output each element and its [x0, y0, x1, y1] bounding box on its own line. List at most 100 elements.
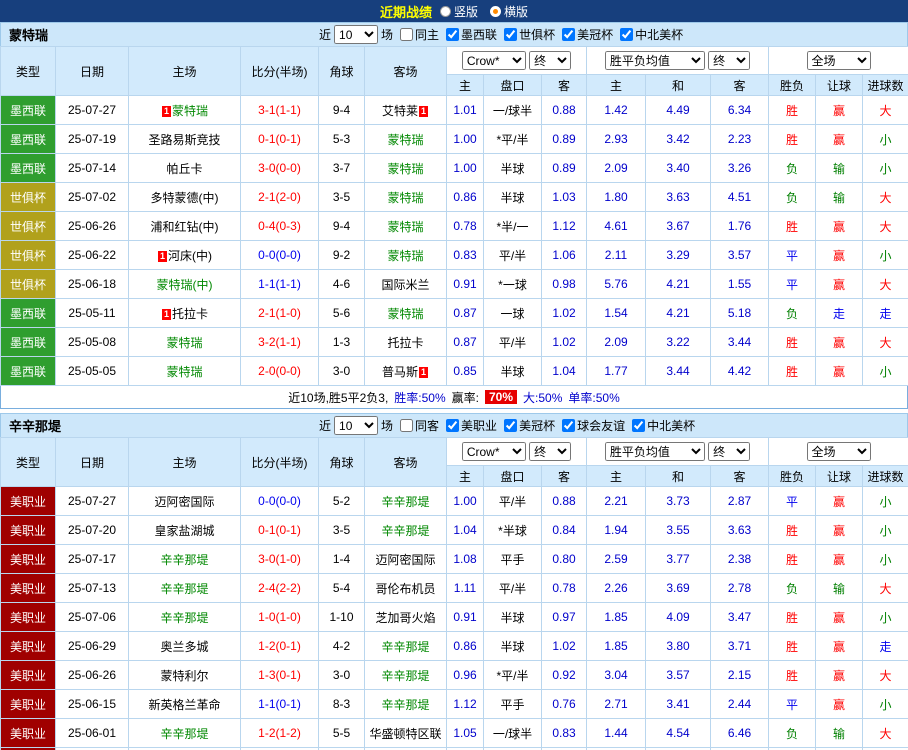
away-team-cell[interactable]: 普马斯1 [365, 357, 447, 386]
away-team-cell[interactable]: 蒙特瑞 [365, 212, 447, 241]
euro-avg-select[interactable]: 胜平负均值 [605, 442, 705, 461]
checkbox-input[interactable] [400, 419, 413, 432]
away-team-cell[interactable]: 蒙特瑞 [365, 183, 447, 212]
checkbox-input[interactable] [562, 419, 575, 432]
match-date: 25-06-18 [56, 270, 129, 299]
home-team-cell[interactable]: 帕丘卡 [129, 154, 241, 183]
checkbox-label: 中北美杯 [647, 417, 695, 434]
summary-text: 近10场,胜5平2负3, [288, 389, 388, 406]
euro-draw-odds: 3.67 [646, 212, 711, 241]
filter-checkbox[interactable]: 美冠杯 [504, 417, 555, 434]
euro-final-select[interactable]: 终 [708, 442, 750, 461]
filter-checkbox[interactable]: 球会友谊 [562, 417, 625, 434]
home-team-cell[interactable]: 蒙特瑞(中) [129, 270, 241, 299]
home-team-cell[interactable]: 皇家盐湖城 [129, 516, 241, 545]
away-team-cell[interactable]: 华盛顿特区联 [365, 719, 447, 748]
away-team-cell[interactable]: 蒙特瑞 [365, 154, 447, 183]
asia-final-select[interactable]: 终 [529, 442, 571, 461]
checkbox-input[interactable] [562, 28, 575, 41]
away-team-cell[interactable]: 蒙特瑞 [365, 241, 447, 270]
home-team-cell[interactable]: 迈阿密国际 [129, 487, 241, 516]
team-name-text: 辛辛那堤 [381, 495, 429, 509]
away-team-cell[interactable]: 蒙特瑞 [365, 125, 447, 154]
match-count-select[interactable]: 10 [334, 25, 378, 44]
away-team-cell[interactable]: 辛辛那堤 [365, 690, 447, 719]
home-team-cell[interactable]: 1蒙特瑞 [129, 96, 241, 125]
euro-final-select[interactable]: 终 [708, 51, 750, 70]
home-team-cell[interactable]: 奥兰多城 [129, 632, 241, 661]
euro-draw-odds: 3.69 [646, 574, 711, 603]
checkbox-input[interactable] [400, 28, 413, 41]
home-team-cell[interactable]: 新英格兰革命 [129, 690, 241, 719]
checkbox-input[interactable] [504, 419, 517, 432]
filter-checkbox[interactable]: 中北美杯 [620, 26, 683, 43]
away-team-cell[interactable]: 国际米兰 [365, 270, 447, 299]
checkbox-input[interactable] [632, 419, 645, 432]
checkbox-label: 美冠杯 [519, 417, 555, 434]
away-team-cell[interactable]: 艾特莱1 [365, 96, 447, 125]
filter-checkbox[interactable]: 世俱杯 [504, 26, 555, 43]
filter-checkbox[interactable]: 同客 [400, 417, 439, 434]
result-handicap: 赢 [816, 661, 863, 690]
home-team-cell[interactable]: 蒙特瑞 [129, 357, 241, 386]
match-count-select[interactable]: 10 [334, 416, 378, 435]
euro-away-odds: 2.38 [711, 545, 769, 574]
euro-draw-odds: 3.55 [646, 516, 711, 545]
asia-final-select[interactable]: 终 [529, 51, 571, 70]
euro-draw-odds: 4.21 [646, 299, 711, 328]
away-team-cell[interactable]: 哥伦布机员 [365, 574, 447, 603]
away-team-cell[interactable]: 芝加哥火焰 [365, 603, 447, 632]
team-name-text: 蒙特瑞 [166, 336, 202, 350]
filter-checkbox[interactable]: 美职业 [446, 417, 497, 434]
euro-odds-controls: 胜平负均值 终 [587, 47, 769, 75]
filter-checkbox[interactable]: 同主 [400, 26, 439, 43]
home-team-cell[interactable]: 圣路易斯竞技 [129, 125, 241, 154]
away-team-cell[interactable]: 辛辛那堤 [365, 487, 447, 516]
red-card-badge: 1 [419, 367, 428, 378]
asia-away-odds: 0.83 [542, 719, 587, 748]
checkbox-input[interactable] [446, 28, 459, 41]
checkbox-input[interactable] [446, 419, 459, 432]
home-team-cell[interactable]: 蒙特瑞 [129, 328, 241, 357]
euro-draw-odds: 3.41 [646, 690, 711, 719]
layout-radio-option[interactable]: 横版 [490, 3, 528, 20]
away-team-cell[interactable]: 托拉卡 [365, 328, 447, 357]
home-team-cell[interactable]: 辛辛那堤 [129, 574, 241, 603]
home-team-cell[interactable]: 1托拉卡 [129, 299, 241, 328]
team-name-text: 华盛顿特区联 [369, 727, 441, 741]
match-date: 25-06-22 [56, 241, 129, 270]
checkbox-input[interactable] [504, 28, 517, 41]
away-team-cell[interactable]: 辛辛那堤 [365, 516, 447, 545]
home-team-cell[interactable]: 1河床(中) [129, 241, 241, 270]
euro-away-odds: 2.78 [711, 574, 769, 603]
home-team-cell[interactable]: 多特蒙德(中) [129, 183, 241, 212]
away-team-cell[interactable]: 辛辛那堤 [365, 632, 447, 661]
away-team-cell[interactable]: 蒙特瑞 [365, 299, 447, 328]
scope-select[interactable]: 全场 [807, 51, 871, 70]
result-goals: 小 [863, 690, 908, 719]
checkbox-input[interactable] [620, 28, 633, 41]
away-team-cell[interactable]: 迈阿密国际 [365, 545, 447, 574]
euro-avg-select[interactable]: 胜平负均值 [605, 51, 705, 70]
team-name-text: 蒙特瑞 [172, 104, 208, 118]
match-row: 世俱杯25-06-26浦和红钻(中)0-4(0-3)9-4蒙特瑞0.78*半/一… [1, 212, 908, 241]
home-team-cell[interactable]: 蒙特利尔 [129, 661, 241, 690]
team-name-text: 帕丘卡 [166, 162, 202, 176]
filter-checkbox[interactable]: 中北美杯 [632, 417, 695, 434]
home-team-cell[interactable]: 辛辛那堤 [129, 719, 241, 748]
result-goals: 大 [863, 328, 908, 357]
team-name-text: 辛辛那堤 [160, 727, 208, 741]
home-team-cell[interactable]: 辛辛那堤 [129, 545, 241, 574]
odds-company-select[interactable]: Crow* [462, 51, 526, 70]
filter-checkbox[interactable]: 美冠杯 [562, 26, 613, 43]
home-team-cell[interactable]: 浦和红钻(中) [129, 212, 241, 241]
away-team-cell[interactable]: 辛辛那堤 [365, 661, 447, 690]
asia-away-odds: 1.12 [542, 212, 587, 241]
scope-select[interactable]: 全场 [807, 442, 871, 461]
home-team-cell[interactable]: 辛辛那堤 [129, 603, 241, 632]
corner-count: 5-4 [319, 574, 365, 603]
filter-checkbox[interactable]: 墨西联 [446, 26, 497, 43]
layout-radio-option[interactable]: 竖版 [440, 3, 478, 20]
odds-company-select[interactable]: Crow* [462, 442, 526, 461]
match-score: 0-0(0-0) [241, 241, 319, 270]
